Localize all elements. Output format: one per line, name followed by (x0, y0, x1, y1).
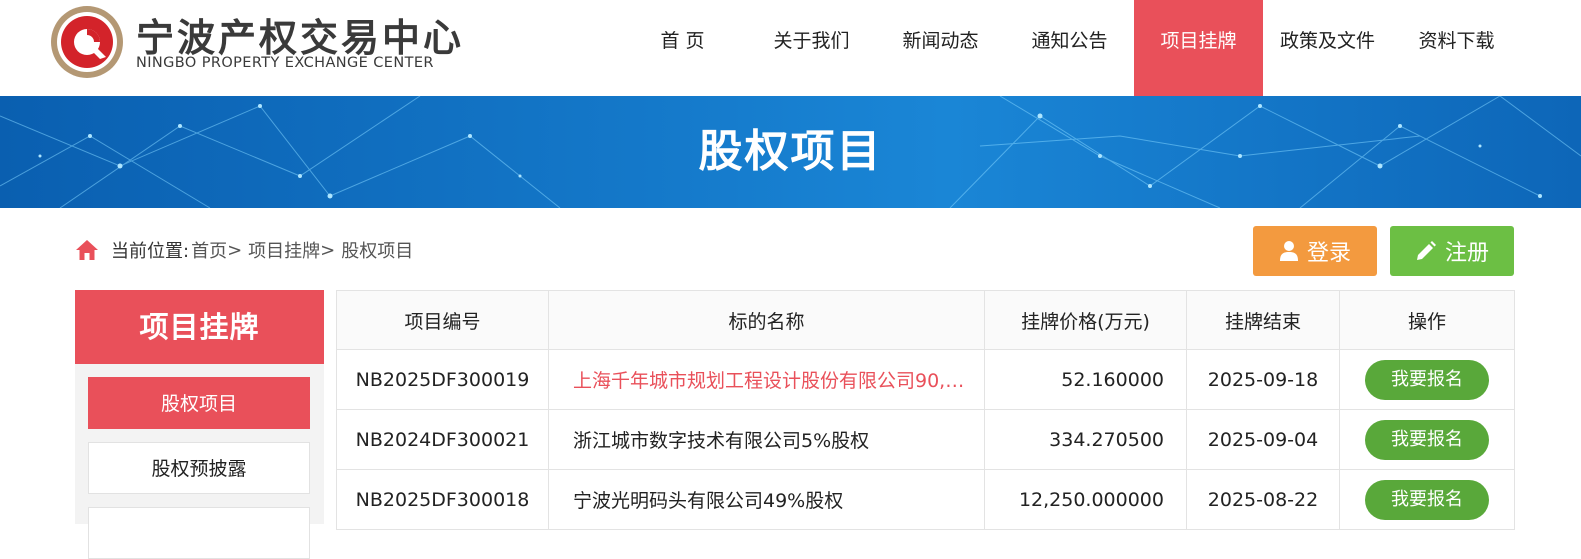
sidebar-item-equity-projects[interactable]: 股权项目 (88, 377, 310, 429)
column-header-code: 项目编号 (336, 290, 549, 350)
breadcrumb-project-listing[interactable]: 项目挂牌 (248, 237, 320, 263)
nav-policies[interactable]: 政策及文件 (1263, 0, 1392, 96)
breadcrumb-separator: > (320, 239, 336, 261)
table-row: NB2024DF300021 浙江城市数字技术有限公司5%股权 334.2705… (336, 409, 1515, 470)
project-table: 项目编号 标的名称 挂牌价格(万元) 挂牌结束 操作 NB2025DF30001… (336, 290, 1515, 530)
column-header-action: 操作 (1339, 290, 1515, 350)
action-cell: 我要报名 (1339, 409, 1515, 470)
nav-about[interactable]: 关于我们 (747, 0, 876, 96)
apply-button[interactable]: 我要报名 (1365, 359, 1489, 400)
apply-button[interactable]: 我要报名 (1365, 479, 1489, 520)
column-header-name: 标的名称 (548, 290, 985, 350)
listing-price: 52.160000 (984, 349, 1187, 410)
action-cell: 我要报名 (1339, 349, 1515, 410)
site-logo[interactable]: 宁波产权交易中心 NINGBO PROPERTY EXCHANGE CENTER (48, 3, 468, 81)
apply-button[interactable]: 我要报名 (1365, 419, 1489, 460)
register-label: 注册 (1444, 241, 1489, 266)
nav-project-listing[interactable]: 项目挂牌 (1134, 0, 1263, 96)
login-button[interactable]: 登录 (1253, 226, 1377, 276)
nav-downloads[interactable]: 资料下载 (1392, 0, 1521, 96)
table-header-row: 项目编号 标的名称 挂牌价格(万元) 挂牌结束 操作 (336, 290, 1515, 350)
pencil-icon (1416, 241, 1436, 260)
project-code: NB2024DF300021 (336, 409, 549, 470)
nav-notices[interactable]: 通知公告 (1005, 0, 1134, 96)
listing-price: 12,250.000000 (984, 469, 1187, 530)
sidebar-item-equity-pre-disclosure[interactable]: 股权预披露 (88, 442, 310, 494)
column-header-end-date: 挂牌结束 (1186, 290, 1340, 350)
breadcrumb-current: 股权项目 (341, 241, 414, 262)
main-nav: 首 页 关于我们 新闻动态 通知公告 项目挂牌 政策及文件 资料下载 (618, 0, 1521, 96)
project-code: NB2025DF300019 (336, 349, 549, 410)
home-icon (76, 240, 98, 260)
breadcrumb-label: 当前位置: (111, 241, 190, 262)
logo-ring-icon (51, 6, 123, 78)
nav-news[interactable]: 新闻动态 (876, 0, 1005, 96)
table-row: NB2025DF300018 宁波光明码头有限公司49%股权 12,250.00… (336, 469, 1515, 530)
page-banner: 股权项目 (0, 96, 1581, 208)
column-header-price: 挂牌价格(万元) (984, 290, 1187, 350)
sidebar-item-more[interactable] (88, 507, 310, 559)
project-name-link[interactable]: 宁波光明码头有限公司49%股权 (548, 469, 985, 530)
breadcrumb-separator: > (227, 239, 243, 261)
login-label: 登录 (1306, 241, 1351, 266)
breadcrumb: 当前位置: 首页 > 项目挂牌 > 股权项目 (75, 234, 413, 266)
sidebar: 股权项目 股权预披露 (75, 364, 324, 559)
project-name-link[interactable]: 上海千年城市规划工程设计股份有限公司90,… (548, 349, 985, 410)
user-icon (1279, 241, 1298, 261)
page-title: 股权项目 (698, 126, 883, 177)
table-row: NB2025DF300019 上海千年城市规划工程设计股份有限公司90,… 52… (336, 349, 1515, 410)
listing-end-date: 2025-09-04 (1186, 409, 1340, 470)
register-button[interactable]: 注册 (1390, 226, 1514, 276)
project-code: NB2025DF300018 (336, 469, 549, 530)
listing-price: 334.270500 (984, 409, 1187, 470)
action-cell: 我要报名 (1339, 469, 1515, 530)
sidebar-title: 项目挂牌 (75, 290, 324, 364)
listing-end-date: 2025-08-22 (1186, 469, 1340, 530)
listing-end-date: 2025-09-18 (1186, 349, 1340, 410)
breadcrumb-home[interactable]: 首页 (191, 237, 227, 263)
logo-text-cn: 宁波产权交易中心 (136, 16, 465, 60)
nav-home[interactable]: 首 页 (618, 0, 747, 96)
logo-text-en: NINGBO PROPERTY EXCHANGE CENTER (136, 55, 434, 71)
project-name-link[interactable]: 浙江城市数字技术有限公司5%股权 (548, 409, 985, 470)
site-header: 宁波产权交易中心 NINGBO PROPERTY EXCHANGE CENTER… (0, 0, 1581, 96)
